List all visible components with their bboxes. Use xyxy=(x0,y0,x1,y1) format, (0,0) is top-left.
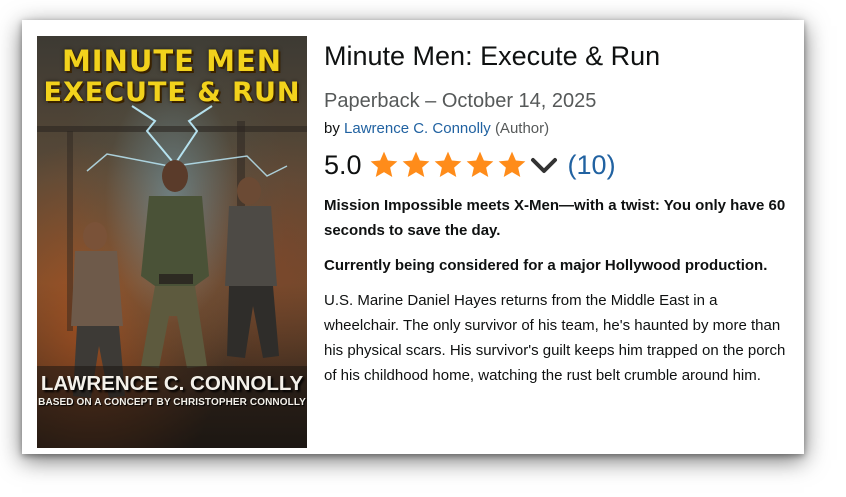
author-link[interactable]: Lawrence C. Connolly xyxy=(344,120,491,137)
rating-row: 5.0 (10) xyxy=(324,147,789,183)
rating-count-link[interactable]: (10) xyxy=(568,150,616,181)
product-info: Minute Men: Execute & Run Paperback – Oc… xyxy=(324,38,789,388)
description-body: U.S. Marine Daniel Hayes returns from th… xyxy=(324,292,786,384)
author-role: (Author) xyxy=(494,120,550,137)
cover-concept-credit: BASED ON A CONCEPT BY CHRISTOPHER CONNOL… xyxy=(38,397,306,408)
cover-author: LAWRENCE C. CONNOLLY xyxy=(40,372,304,395)
star-rating[interactable] xyxy=(368,149,528,181)
byline-prefix: by xyxy=(324,120,340,137)
description-tagline: Mission Impossible meets X-Men—with a tw… xyxy=(324,197,786,239)
star-icon xyxy=(402,151,429,177)
star-icon xyxy=(370,151,397,177)
chevron-down-icon[interactable] xyxy=(528,154,560,176)
book-cover-image[interactable]: MINUTE MEN EXECUTE & RUN LAWRENCE C. CON… xyxy=(37,36,307,448)
star-icon xyxy=(498,151,525,177)
product-card: MINUTE MEN EXECUTE & RUN LAWRENCE C. CON… xyxy=(22,20,804,454)
rating-value: 5.0 xyxy=(324,149,362,180)
product-format-date: Paperback – October 14, 2025 xyxy=(324,90,597,112)
product-title: Minute Men: Execute & Run xyxy=(324,41,661,71)
cover-title-line2: EXECUTE & RUN xyxy=(43,77,301,108)
cover-title-line1: MINUTE MEN xyxy=(61,44,283,78)
byline: by Lawrence C. Connolly (Author) xyxy=(324,119,789,139)
description-hollywood: Currently being considered for a major H… xyxy=(324,257,768,274)
star-icon xyxy=(434,151,461,177)
star-icon xyxy=(466,151,493,177)
